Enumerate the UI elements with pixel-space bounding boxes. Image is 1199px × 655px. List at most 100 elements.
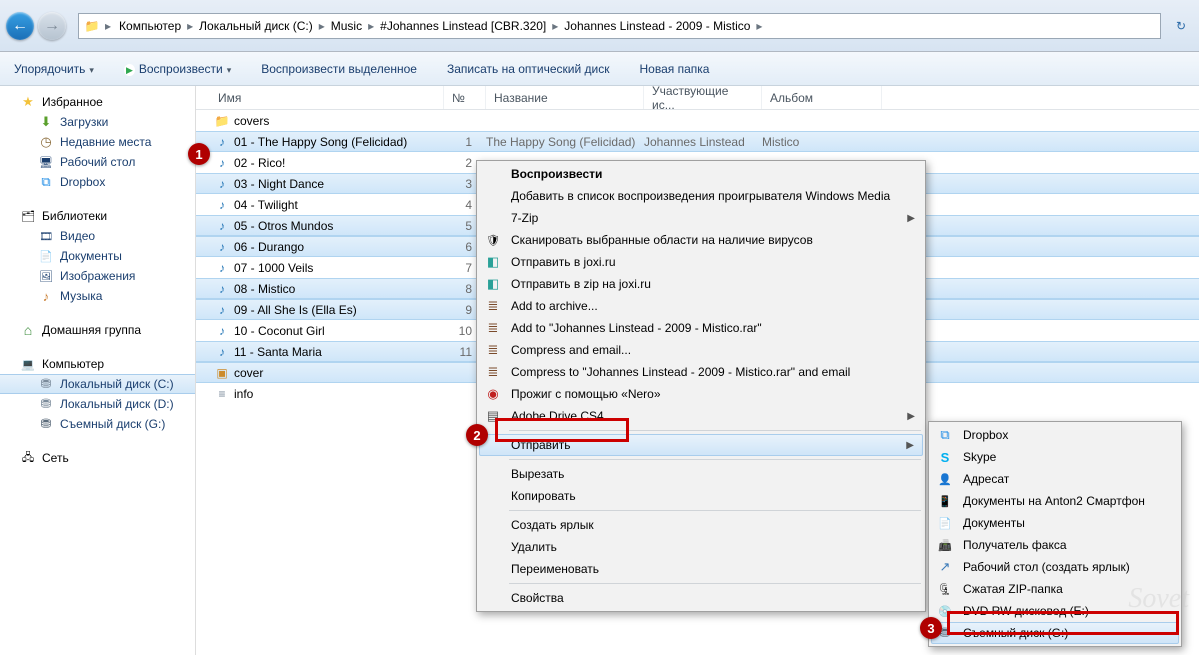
i-nero-icon	[483, 386, 503, 402]
i-joxi-icon	[483, 254, 503, 270]
menu-item-label: Add to archive...	[511, 299, 899, 313]
toolbar: Упорядочить Воспроизвести Воспроизвести …	[0, 52, 1199, 86]
col-number[interactable]: №	[444, 86, 486, 109]
nav-forward-button[interactable]	[38, 12, 66, 40]
menu-item[interactable]: Add to "Johannes Linstead - 2009 - Misti…	[479, 317, 923, 339]
menu-item[interactable]: Compress to "Johannes Linstead - 2009 - …	[479, 361, 923, 383]
sidebar-item[interactable]: Документы	[0, 246, 195, 266]
file-type-icon	[214, 323, 230, 339]
menu-item[interactable]: Отправить в joxi.ru	[479, 251, 923, 273]
address-bar[interactable]: ▸ Компьютер▸Локальный диск (C:)▸Music▸#J…	[78, 13, 1161, 39]
menu-item[interactable]: Сжатая ZIP-папка	[931, 578, 1179, 600]
sidebar-computer-header[interactable]: Компьютер	[0, 354, 195, 374]
file-row[interactable]: 01 - The Happy Song (Felicidad)1The Happ…	[196, 131, 1199, 152]
i-doc-icon	[935, 515, 955, 531]
nav-back-button[interactable]	[6, 12, 34, 40]
menu-item[interactable]: Создать ярлык	[479, 514, 923, 536]
play-button[interactable]: Воспроизвести	[118, 58, 237, 80]
i-dl-icon	[38, 114, 54, 130]
menu-item[interactable]: Переименовать	[479, 558, 923, 580]
menu-item[interactable]: Документы	[931, 512, 1179, 534]
organize-button[interactable]: Упорядочить	[8, 58, 100, 80]
breadcrumb-item[interactable]: Music	[327, 17, 366, 35]
sidebar-network[interactable]: Сеть	[0, 448, 195, 468]
col-album[interactable]: Альбом	[762, 86, 882, 109]
file-row[interactable]: covers	[196, 110, 1199, 131]
sidebar-item-label: Dropbox	[60, 175, 105, 189]
menu-item[interactable]: Адресат	[931, 468, 1179, 490]
sidebar-item[interactable]: Недавние места	[0, 132, 195, 152]
menu-item[interactable]: Копировать	[479, 485, 923, 507]
sidebar-homegroup[interactable]: Домашняя группа	[0, 320, 195, 340]
sidebar-item[interactable]: Рабочий стол	[0, 152, 195, 172]
crumb-sep-icon: ▸	[185, 19, 195, 33]
menu-item[interactable]: Документы на Anton2 Смартфон	[931, 490, 1179, 512]
file-name: 11 - Santa Maria	[234, 345, 322, 359]
i-joxi-icon	[483, 276, 503, 292]
menu-icon-blank	[483, 188, 503, 204]
file-type-icon	[214, 113, 230, 129]
i-rar-icon	[483, 298, 503, 314]
menu-item[interactable]: Сканировать выбранные области на наличие…	[479, 229, 923, 251]
menu-item[interactable]: Dropbox	[931, 424, 1179, 446]
file-name: 01 - The Happy Song (Felicidad)	[234, 135, 407, 149]
menu-icon-blank	[483, 590, 503, 606]
menu-item[interactable]: Compress and email...	[479, 339, 923, 361]
breadcrumb-item[interactable]: Компьютер	[115, 17, 185, 35]
sidebar-libraries-header[interactable]: Библиотеки	[0, 206, 195, 226]
col-artist[interactable]: Участвующие ис...	[644, 86, 762, 109]
refresh-button[interactable]	[1169, 14, 1193, 38]
sidebar-item[interactable]: Съемный диск (G:)	[0, 414, 195, 434]
file-type-icon	[214, 260, 230, 276]
sidebar-item-label: Локальный диск (C:)	[60, 377, 174, 391]
sidebar-item-label: Рабочий стол	[60, 155, 135, 169]
menu-item[interactable]: Съемный диск (G:)	[931, 622, 1179, 644]
column-headers: Имя № Название Участвующие ис... Альбом	[196, 86, 1199, 110]
menu-item[interactable]: Добавить в список воспроизведения проигр…	[479, 185, 923, 207]
folder-icon	[83, 17, 101, 35]
menu-item-label: Съемный диск (G:)	[963, 626, 1155, 640]
new-folder-button[interactable]: Новая папка	[633, 58, 715, 80]
menu-item-label: Dropbox	[963, 428, 1155, 442]
titlebar: ▸ Компьютер▸Локальный диск (C:)▸Music▸#J…	[0, 0, 1199, 52]
menu-item[interactable]: Отправить▶	[479, 434, 923, 456]
breadcrumb-item[interactable]: Локальный диск (C:)	[195, 17, 317, 35]
col-name[interactable]: Имя	[210, 86, 444, 109]
sidebar-item[interactable]: Dropbox	[0, 172, 195, 192]
menu-item[interactable]: Свойства	[479, 587, 923, 609]
i-skype-icon	[935, 449, 955, 465]
file-name: 07 - 1000 Veils	[234, 261, 313, 275]
sidebar-item[interactable]: Изображения	[0, 266, 195, 286]
menu-item[interactable]: Воспроизвести	[479, 163, 923, 185]
i-desk-icon	[38, 154, 54, 170]
menu-item[interactable]: Add to archive...	[479, 295, 923, 317]
menu-item[interactable]: Вырезать	[479, 463, 923, 485]
arrow-right-icon	[44, 17, 60, 35]
menu-item[interactable]: DVD RW дисковод (E:)	[931, 600, 1179, 622]
sidebar-item[interactable]: Видео	[0, 226, 195, 246]
sidebar-item[interactable]: Музыка	[0, 286, 195, 306]
sidebar-item[interactable]: Локальный диск (C:)	[0, 374, 195, 394]
nav-sidebar: Избранное ЗагрузкиНедавние места Рабочий …	[0, 86, 196, 655]
burn-button[interactable]: Записать на оптический диск	[441, 58, 616, 80]
menu-item[interactable]: 7-Zip▶	[479, 207, 923, 229]
i-phone-icon	[935, 493, 955, 509]
sidebar-favorites-header[interactable]: Избранное	[0, 92, 195, 112]
breadcrumb-item[interactable]: Johannes Linstead - 2009 - Mistico	[560, 17, 754, 35]
sidebar-item[interactable]: Локальный диск (D:)	[0, 394, 195, 414]
menu-item[interactable]: Skype	[931, 446, 1179, 468]
menu-item[interactable]: Adobe Drive CS4▶	[479, 405, 923, 427]
sidebar-item[interactable]: Загрузки	[0, 112, 195, 132]
menu-item[interactable]: Удалить	[479, 536, 923, 558]
menu-item[interactable]: Прожиг с помощью «Nero»	[479, 383, 923, 405]
i-adobe-icon	[483, 408, 503, 424]
file-type-icon	[214, 239, 230, 255]
i-link-icon	[935, 559, 955, 575]
play-selection-button[interactable]: Воспроизвести выделенное	[255, 58, 423, 80]
menu-item[interactable]: Получатель факса	[931, 534, 1179, 556]
menu-item[interactable]: Рабочий стол (создать ярлык)	[931, 556, 1179, 578]
col-title[interactable]: Название	[486, 86, 644, 109]
menu-icon-blank	[483, 166, 503, 182]
breadcrumb-item[interactable]: #Johannes Linstead [CBR.320]	[376, 17, 550, 35]
menu-item[interactable]: Отправить в zip на joxi.ru	[479, 273, 923, 295]
